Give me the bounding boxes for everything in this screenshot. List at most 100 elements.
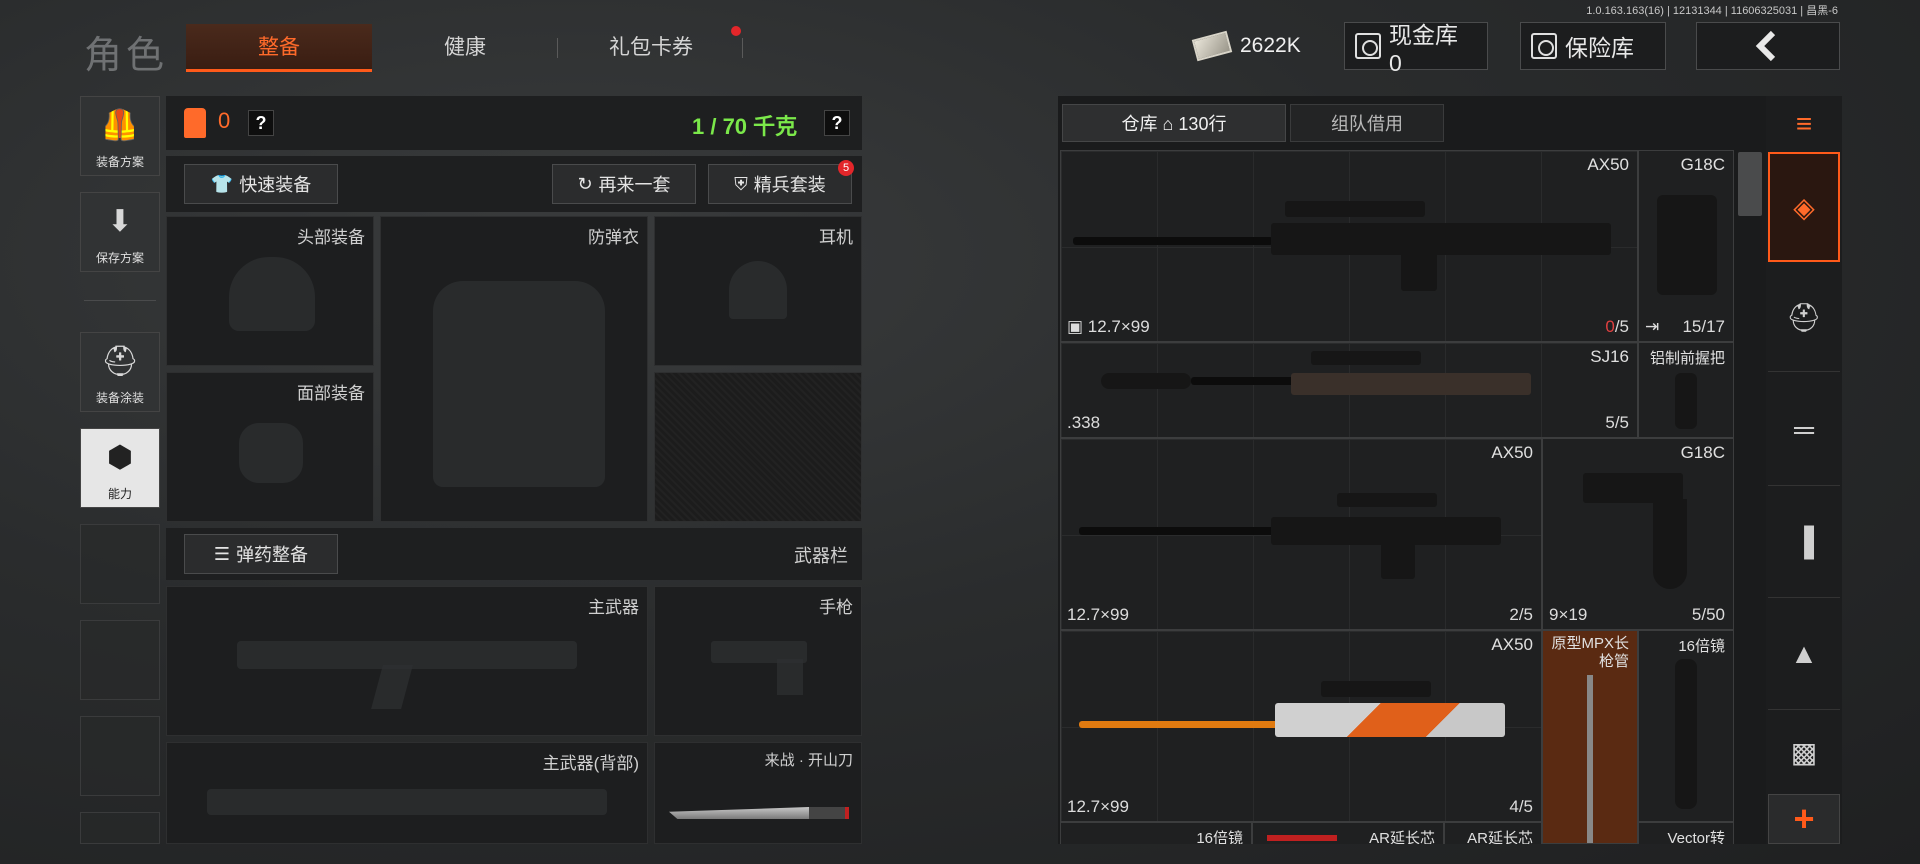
slot-face-label: 面部装备	[297, 384, 365, 403]
item-count-rest: /5	[1614, 317, 1629, 336]
category-gear[interactable]: ⛑	[1768, 264, 1840, 372]
item-g18c[interactable]: G18C 9×19 5/50	[1542, 438, 1734, 630]
item-ammo: 12.7×99	[1067, 797, 1129, 816]
shirt-icon: 👕	[210, 173, 234, 194]
sidebar-divider	[84, 300, 156, 301]
rifle-back-placeholder-icon	[207, 789, 607, 815]
slot-headset[interactable]: 耳机	[654, 216, 862, 366]
slot-vest[interactable]: 防弹衣	[380, 216, 648, 522]
back-button[interactable]	[1696, 22, 1840, 70]
sidebar-item-label: 装备涂装	[95, 391, 144, 405]
ammo-prep-label: 弹药整备	[236, 545, 309, 565]
sidebar-item-label: 能力	[107, 487, 132, 501]
weapon-bar-header: ☰ 弹药整备 武器栏	[166, 528, 862, 580]
category-magazines[interactable]: ▐	[1768, 486, 1840, 598]
vest-icon: 🦺	[101, 108, 139, 142]
magazine	[1401, 251, 1437, 291]
sidebar-empty-slot	[80, 620, 160, 700]
mask-placeholder-icon	[239, 423, 303, 483]
ammo-icon: ☰	[213, 543, 231, 564]
slot-pistol[interactable]: 手枪	[654, 586, 862, 736]
item-ar-extension[interactable]: AR延长芯	[1444, 822, 1542, 844]
item-name: AX50	[1587, 155, 1629, 174]
tab-team-borrow[interactable]: 组队借用	[1290, 104, 1444, 142]
tab-gift-coupons[interactable]: 礼包卡券	[558, 24, 744, 72]
item-ar-extension[interactable]: AR延长芯	[1252, 822, 1444, 844]
category-all[interactable]: ◈	[1768, 152, 1840, 262]
slot-melee-label: 来战 · 开山刀	[764, 752, 853, 769]
item-scope-16x[interactable]: 16倍镜	[1060, 822, 1252, 844]
safe-icon	[1531, 33, 1557, 59]
again-set-button[interactable]: ↻ 再来一套	[552, 164, 696, 204]
stack-icon[interactable]: ≡	[1768, 96, 1840, 152]
slot-primary[interactable]: 主武器	[166, 586, 648, 736]
weight-help-button[interactable]: ?	[824, 110, 850, 136]
slot-head-label: 头部装备	[297, 228, 365, 247]
rifle-icon: ═	[1794, 413, 1814, 445]
quick-equip-label: 快速装备	[239, 175, 312, 195]
quick-equip-button[interactable]: 👕 快速装备	[184, 164, 338, 204]
helmet-icon: ⛑	[1786, 302, 1822, 333]
item-scope-16x[interactable]: 16倍镜	[1638, 630, 1734, 822]
slot-primary-label: 主武器	[588, 598, 639, 617]
tab-warehouse-label: 仓库	[1121, 114, 1158, 134]
notification-dot	[731, 26, 741, 36]
category-ammo[interactable]: ▲	[1768, 598, 1840, 710]
weight-value: 1 / 70 千克	[692, 114, 798, 139]
tab-warehouse[interactable]: 仓库 ⌂ 130行	[1062, 104, 1286, 142]
tab-warehouse-rows: 130行	[1178, 114, 1227, 134]
item-ax50-orange[interactable]: AX50 12.7×99 4/5	[1060, 630, 1542, 822]
category-weapons[interactable]: ═	[1768, 374, 1840, 486]
layers-icon: ◈	[1793, 191, 1815, 223]
item-ammo: 9×19	[1549, 605, 1588, 624]
sidebar-empty-slot	[80, 716, 160, 796]
home-icon: ⌂	[1162, 114, 1174, 134]
sidebar-item-label: 装备方案	[95, 155, 144, 169]
cash-vault-button[interactable]: 现金库 0	[1344, 22, 1488, 76]
item-g18c[interactable]: G18C ⇥ 15/17	[1638, 150, 1734, 342]
sidebar-empty-slot	[80, 812, 160, 844]
item-name: AX50	[1491, 443, 1533, 462]
slot-primary-back[interactable]: 主武器(背部)	[166, 742, 648, 844]
elite-set-label: 精兵套装	[753, 175, 826, 195]
category-attachments[interactable]: ▩	[1768, 710, 1840, 794]
item-foregrip[interactable]: 铝制前握把	[1638, 342, 1734, 438]
tab-divider	[742, 38, 743, 58]
slot-primary-back-label: 主武器(背部)	[542, 754, 639, 773]
sidebar-item-save-plan[interactable]: ⬇ 保存方案	[80, 192, 160, 272]
tab-equipment[interactable]: 整备	[186, 24, 372, 72]
sidebar-item-skins[interactable]: ⛑ 装备涂装	[80, 332, 160, 412]
elite-set-button[interactable]: ⛨ 精兵套装	[708, 164, 852, 204]
add-category-button[interactable]: +	[1768, 794, 1840, 844]
ammo-box-icon: ▣	[1067, 317, 1084, 336]
item-ax50[interactable]: AX50 12.7×99 2/5	[1060, 438, 1542, 630]
insurance-vault-button[interactable]: 保险库	[1520, 22, 1666, 70]
plus-icon: +	[1793, 798, 1815, 839]
loadout-header: 0 ? 1 / 70 千克 ?	[166, 96, 862, 150]
item-vector-mod[interactable]: Vector转	[1638, 822, 1734, 844]
item-count: 4/5	[1509, 797, 1533, 816]
sidebar-item-ability[interactable]: ⬢ 能力	[80, 428, 160, 508]
magazine	[1381, 543, 1415, 579]
item-sj16[interactable]: SJ16 .338 5/5	[1060, 342, 1638, 438]
item-count: 15/17	[1682, 317, 1725, 336]
loadout-toolbar: 👕 快速装备 ↻ 再来一套 ⛨ 精兵套装 5	[166, 156, 862, 212]
tab-health[interactable]: 健康	[372, 24, 558, 72]
ammo-prep-button[interactable]: ☰ 弹药整备	[184, 534, 338, 574]
slot-melee[interactable]: 来战 · 开山刀	[654, 742, 862, 844]
item-mpx-barrel[interactable]: 原型MPX长枪管	[1542, 630, 1638, 844]
armor-icon	[184, 108, 206, 138]
sidebar-item-loadout-plan[interactable]: 🦺 装备方案	[80, 96, 160, 176]
item-ax50[interactable]: AX50 ▣ 12.7×99 0/5	[1060, 150, 1638, 342]
item-name: AX50	[1491, 635, 1533, 654]
slot-face[interactable]: 面部装备	[166, 372, 374, 522]
item-count: 5/50	[1691, 605, 1725, 624]
warehouse-scrollbar[interactable]	[1738, 152, 1762, 216]
page-title: 角色	[84, 35, 169, 77]
armor-help-button[interactable]: ?	[248, 110, 274, 136]
slot-locked	[654, 372, 862, 522]
sight-icon: ▩	[1790, 736, 1818, 768]
item-name: AR延长芯	[1467, 830, 1533, 844]
slot-head[interactable]: 头部装备	[166, 216, 374, 366]
scope	[1311, 351, 1421, 365]
